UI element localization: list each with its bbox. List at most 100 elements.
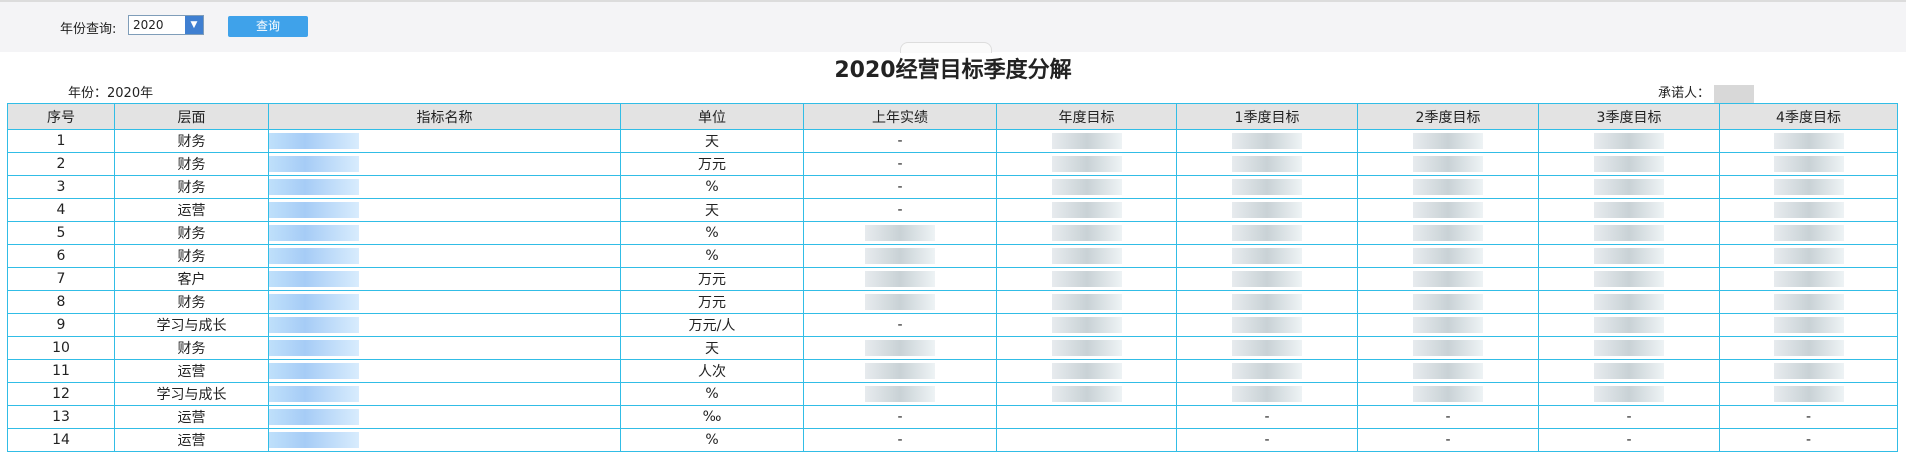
table-row: 6 财务% [7, 244, 1898, 268]
annual-target-cell [996, 382, 1177, 406]
annual-target-cell [996, 152, 1177, 176]
table-row: 2 财务 万元 - [7, 152, 1898, 176]
column-header: 4季度目标 [1719, 103, 1898, 130]
table-row: 8 财务 万元 [7, 290, 1898, 314]
redacted-value [1594, 340, 1664, 356]
q2-cell [1357, 336, 1539, 360]
redacted-value [1232, 294, 1302, 310]
q1-cell [1176, 336, 1358, 360]
column-header: 年度目标 [996, 103, 1177, 130]
q2-cell [1357, 359, 1539, 383]
table-row: 12 学习与成长% [7, 382, 1898, 406]
redacted-value [1051, 294, 1122, 310]
table-row: 13 运营 ‰ - - - - - [7, 405, 1898, 429]
query-button[interactable]: 查询 [228, 16, 308, 37]
q4-cell [1719, 198, 1898, 222]
redacted-value [1773, 225, 1844, 241]
redacted-value [1051, 386, 1122, 402]
redacted-value [1773, 248, 1844, 264]
unit-cell: % [620, 221, 804, 245]
redacted-value [1594, 156, 1664, 172]
redacted-text [269, 432, 359, 448]
chevron-down-icon[interactable]: ▼ [185, 16, 203, 34]
redacted-value [1413, 133, 1483, 149]
redacted-value [865, 386, 935, 402]
q1-cell [1176, 221, 1358, 245]
last-cell [803, 359, 997, 383]
annual-target-cell [996, 290, 1177, 314]
redacted-value [1232, 225, 1302, 241]
indicator-name-cell [268, 175, 621, 199]
q1-cell [1176, 382, 1358, 406]
q1-cell [1176, 359, 1358, 383]
redacted-text [269, 179, 359, 195]
unit-cell: ‰ [620, 405, 804, 429]
redacted-value [1051, 271, 1122, 287]
no-cell: 13 [7, 405, 115, 429]
q4-cell [1719, 336, 1898, 360]
year-query-label: 年份查询: [60, 22, 117, 37]
redacted-value [1232, 386, 1302, 402]
annual-target-cell [996, 428, 1177, 452]
redacted-value [1413, 271, 1483, 287]
column-header: 1季度目标 [1176, 103, 1358, 130]
q3-cell [1538, 152, 1720, 176]
layer-cell: 客户 [114, 267, 269, 291]
q1-cell: - [1176, 428, 1358, 452]
redacted-text [269, 386, 359, 402]
redacted-value [1232, 340, 1302, 356]
redacted-value [1232, 156, 1302, 172]
layer-cell: 学习与成长 [114, 382, 269, 406]
last-cell: - [803, 428, 997, 452]
q3-cell [1538, 221, 1720, 245]
layer-cell: 财务 [114, 175, 269, 199]
last-cell: - [803, 152, 997, 176]
table-row: 3 财务% - [7, 175, 1898, 199]
redacted-text [269, 202, 359, 218]
annual-target-cell [996, 405, 1177, 429]
q4-cell [1719, 129, 1898, 153]
q3-cell [1538, 359, 1720, 383]
redacted-text [269, 317, 359, 333]
q1-cell: - [1176, 405, 1358, 429]
q3-cell [1538, 267, 1720, 291]
year-select[interactable]: 2020 ▼ [128, 15, 204, 35]
q1-cell [1176, 244, 1358, 268]
last-cell: - [803, 129, 997, 153]
layer-cell: 运营 [114, 198, 269, 222]
column-header: 单位 [620, 103, 804, 130]
year-select-value: 2020 [133, 18, 164, 32]
q1-cell [1176, 313, 1358, 337]
redacted-value [1413, 294, 1483, 310]
redacted-value [1594, 363, 1664, 379]
q2-cell [1357, 382, 1539, 406]
table-row: 10 财务 天 [7, 336, 1898, 360]
no-cell: 1 [7, 129, 115, 153]
unit-cell: 万元 [620, 290, 804, 314]
redacted-text [269, 225, 359, 241]
redacted-value [1594, 179, 1664, 195]
q3-cell [1538, 175, 1720, 199]
q2-cell [1357, 267, 1539, 291]
redacted-value [1413, 317, 1483, 333]
q2-cell [1357, 198, 1539, 222]
redacted-value [865, 225, 935, 241]
q1-cell [1176, 290, 1358, 314]
annual-target-cell [996, 267, 1177, 291]
redacted-text [269, 409, 359, 425]
q2-cell [1357, 129, 1539, 153]
q3-cell [1538, 336, 1720, 360]
unit-cell: 天 [620, 129, 804, 153]
last-cell: - [803, 198, 997, 222]
redacted-value [1773, 340, 1844, 356]
annual-target-cell [996, 359, 1177, 383]
unit-cell: % [620, 382, 804, 406]
last-cell [803, 336, 997, 360]
q4-cell [1719, 359, 1898, 383]
indicator-name-cell [268, 267, 621, 291]
annual-target-cell [996, 313, 1177, 337]
annual-target-cell [996, 244, 1177, 268]
annual-target-cell [996, 175, 1177, 199]
unit-cell: 万元 [620, 267, 804, 291]
redacted-value [1232, 248, 1302, 264]
